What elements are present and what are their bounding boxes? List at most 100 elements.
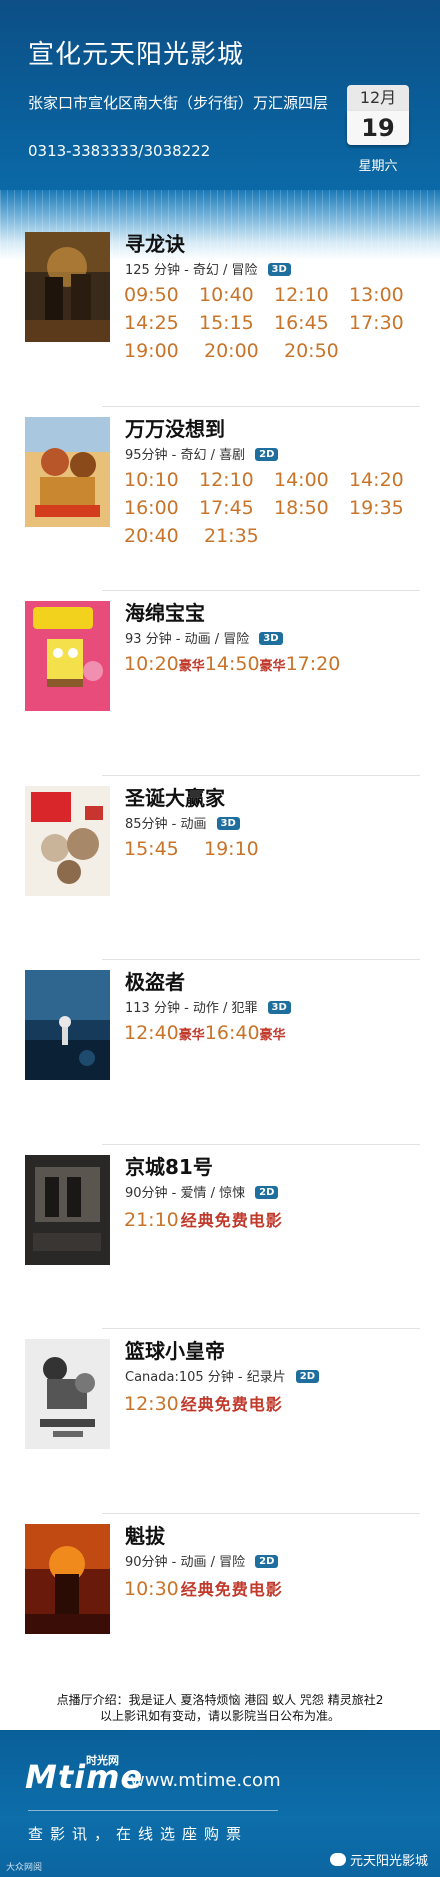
- movie-title: 寻龙诀: [125, 232, 185, 256]
- movie-meta: 85分钟 - 动画 3D: [125, 813, 240, 832]
- showtime[interactable]: 12:30: [124, 1393, 179, 1415]
- format-badge: 2D: [295, 1370, 320, 1383]
- movie-poster[interactable]: [25, 1339, 110, 1449]
- showtime[interactable]: 21:35: [204, 525, 284, 553]
- mtime-url[interactable]: www.mtime.com: [130, 1770, 281, 1791]
- format-badge: 2D: [255, 447, 279, 461]
- showtime[interactable]: 10:30: [124, 1578, 179, 1600]
- wechat-icon: [329, 1853, 346, 1866]
- showtime[interactable]: 13:00: [349, 284, 424, 312]
- format-badge: 3D: [259, 632, 283, 645]
- divider: [28, 1810, 278, 1811]
- format-badge: 2D: [255, 1185, 279, 1199]
- showtime[interactable]: 12:40: [124, 1022, 179, 1044]
- showtimes: 21:10 经典免费电影: [124, 1207, 424, 1231]
- movie-title: 海绵宝宝: [125, 601, 205, 625]
- showtimes: 15:45 19:10: [124, 838, 424, 866]
- showtime[interactable]: 10:40: [199, 284, 274, 312]
- format-badge: 3D: [267, 1001, 291, 1014]
- movie-poster[interactable]: [25, 785, 110, 896]
- wechat-account-name: 元天阳光影城: [349, 1854, 428, 1869]
- date-weekday: 星期六: [358, 159, 398, 174]
- movie-title: 魁拔: [125, 1523, 165, 1548]
- notice: 点播厅介绍：我是证人 夏洛特烦恼 港囧 蚁人 咒怨 精灵旅社2 以上影讯如有变动…: [0, 1692, 440, 1724]
- footer-slogan: 查影讯，在线选座购票: [28, 1825, 249, 1843]
- notice-disclaimer: 以上影讯如有变动，请以影院当日公布为准。: [99, 1709, 340, 1723]
- showtime[interactable]: 14:50: [205, 653, 260, 675]
- showtime[interactable]: 09:50: [124, 284, 199, 312]
- movie-poster[interactable]: [25, 1523, 110, 1634]
- movie-item[interactable]: 篮球小皇帝 Canada:105 分钟 - 纪录片 2D 12:30 经典免费电影: [0, 1329, 440, 1514]
- showtime[interactable]: 20:50: [284, 340, 364, 368]
- movie-item[interactable]: 圣诞大赢家 85分钟 - 动画 3D 15:45 19:10: [0, 776, 440, 960]
- showtimes: 10:20 豪华 14:50 豪华 17:20: [124, 653, 424, 675]
- showtime[interactable]: 17:45: [199, 497, 274, 525]
- mtime-logo-cn: 时光网: [86, 1754, 119, 1767]
- showtime[interactable]: 14:00: [274, 469, 349, 497]
- cinema-address: 张家口市宣化区南大街（步行街）万汇源四层: [28, 94, 329, 112]
- movie-poster[interactable]: [25, 232, 110, 342]
- showtime[interactable]: 10:20: [124, 653, 179, 675]
- mtime-logo[interactable]: Mtime: [25, 1758, 143, 1796]
- showtime[interactable]: 15:15: [199, 312, 274, 340]
- hall-tag: 豪华: [259, 659, 286, 674]
- movie-title: 万万没想到: [125, 416, 225, 441]
- movie-item[interactable]: 万万没想到 95分钟 - 奇幻 / 喜剧 2D 10:10 12:10 14:00 14…: [0, 407, 440, 591]
- notice-vod: 点播厅介绍：我是证人 夏洛特烦恼 港囧 蚁人 咒怨 精灵旅社2: [56, 1693, 384, 1707]
- showtime[interactable]: 20:00: [204, 340, 284, 368]
- movie-meta: 113 分钟 - 动作 / 犯罪 3D: [125, 997, 291, 1016]
- showtime[interactable]: 10:10: [124, 469, 199, 497]
- showtime[interactable]: 20:40: [124, 525, 204, 553]
- showtime[interactable]: 12:10: [199, 469, 274, 497]
- showtimes: 10:30 经典免费电影: [124, 1576, 424, 1600]
- watermark: 大众网阅: [6, 1863, 43, 1873]
- format-badge: 3D: [267, 263, 291, 276]
- free-tag: 经典免费电影: [180, 1395, 283, 1414]
- movie-poster[interactable]: [25, 970, 110, 1080]
- movie-poster[interactable]: [25, 601, 110, 711]
- showtime[interactable]: 21:10: [124, 1209, 179, 1231]
- showtime[interactable]: 14:20: [349, 469, 424, 497]
- movie-poster[interactable]: [25, 416, 110, 527]
- footer-banner[interactable]: Mtime 时光网 www.mtime.com 查影讯，在线选座购票 大众网阅 …: [0, 1730, 440, 1877]
- showtime[interactable]: 19:35: [349, 497, 424, 525]
- movie-poster[interactable]: [25, 1154, 110, 1265]
- movie-item[interactable]: 魁拔 90分钟 - 动画 / 冒险 2D 10:30 经典免费电影: [0, 1514, 440, 1699]
- showtime[interactable]: 19:00: [124, 340, 204, 368]
- format-badge: 2D: [255, 1554, 279, 1568]
- movie-meta: 125 分钟 - 奇幻 / 冒险 3D: [125, 259, 291, 278]
- showtime[interactable]: 16:00: [124, 497, 199, 525]
- cinema-phone[interactable]: 0313-3383333/3038222: [28, 142, 210, 160]
- showtime[interactable]: 17:20: [286, 653, 341, 675]
- format-badge: 3D: [216, 816, 240, 830]
- cinema-header: 宣化元天阳光影城 张家口市宣化区南大街（步行街）万汇源四层 0313-33833…: [0, 0, 440, 190]
- showtime[interactable]: 18:50: [274, 497, 349, 525]
- movie-item[interactable]: 海绵宝宝 93 分钟 - 动画 / 冒险 3D 10:20 豪华 14:50 豪华 17:…: [0, 591, 440, 776]
- movie-item[interactable]: 极盗者 113 分钟 - 动作 / 犯罪 3D 12:40 豪华 16:40 豪华: [0, 960, 440, 1145]
- showtimes: 09:50 10:40 12:10 13:00 14:25 15:15 16:45 17:3…: [124, 284, 424, 368]
- movie-meta: 90分钟 - 爱情 / 惊悚 2D: [125, 1182, 279, 1201]
- showtimes: 10:10 12:10 14:00 14:20 16:00 17:45 18:50 19:3…: [124, 469, 424, 553]
- movie-title: 篮球小皇帝: [125, 1339, 225, 1363]
- movie-title: 圣诞大赢家: [125, 785, 225, 810]
- showtime[interactable]: 12:10: [274, 284, 349, 312]
- movie-item[interactable]: 寻龙诀 125 分钟 - 奇幻 / 冒险 3D 09:50 10:40 12:10 13…: [0, 222, 440, 407]
- showtime[interactable]: 19:10: [204, 838, 284, 866]
- movie-meta: Canada:105 分钟 - 纪录片 2D: [125, 1366, 320, 1385]
- showtime[interactable]: 14:25: [124, 312, 199, 340]
- showtime[interactable]: 17:30: [349, 312, 424, 340]
- hall-tag: 豪华: [178, 659, 205, 674]
- movie-title: 京城81号: [125, 1154, 213, 1179]
- wechat-account[interactable]: 元天阳光影城: [329, 1850, 428, 1869]
- movie-list: 寻龙诀 125 分钟 - 奇幻 / 冒险 3D 09:50 10:40 12:10 13…: [0, 222, 440, 1698]
- movie-meta: 93 分钟 - 动画 / 冒险 3D: [125, 628, 283, 647]
- showtime[interactable]: 16:45: [274, 312, 349, 340]
- showtime[interactable]: 16:40: [205, 1022, 260, 1044]
- cinema-name: 宣化元天阳光影城: [28, 40, 245, 70]
- free-tag: 经典免费电影: [180, 1210, 283, 1230]
- showtimes: 12:40 豪华 16:40 豪华: [124, 1022, 424, 1044]
- date-card: 12月 19 星期六: [347, 85, 409, 174]
- movie-meta: 90分钟 - 动画 / 冒险 2D: [125, 1551, 279, 1570]
- showtime[interactable]: 15:45: [124, 838, 204, 866]
- movie-item[interactable]: 京城81号 90分钟 - 爱情 / 惊悚 2D 21:10 经典免费电影: [0, 1145, 440, 1329]
